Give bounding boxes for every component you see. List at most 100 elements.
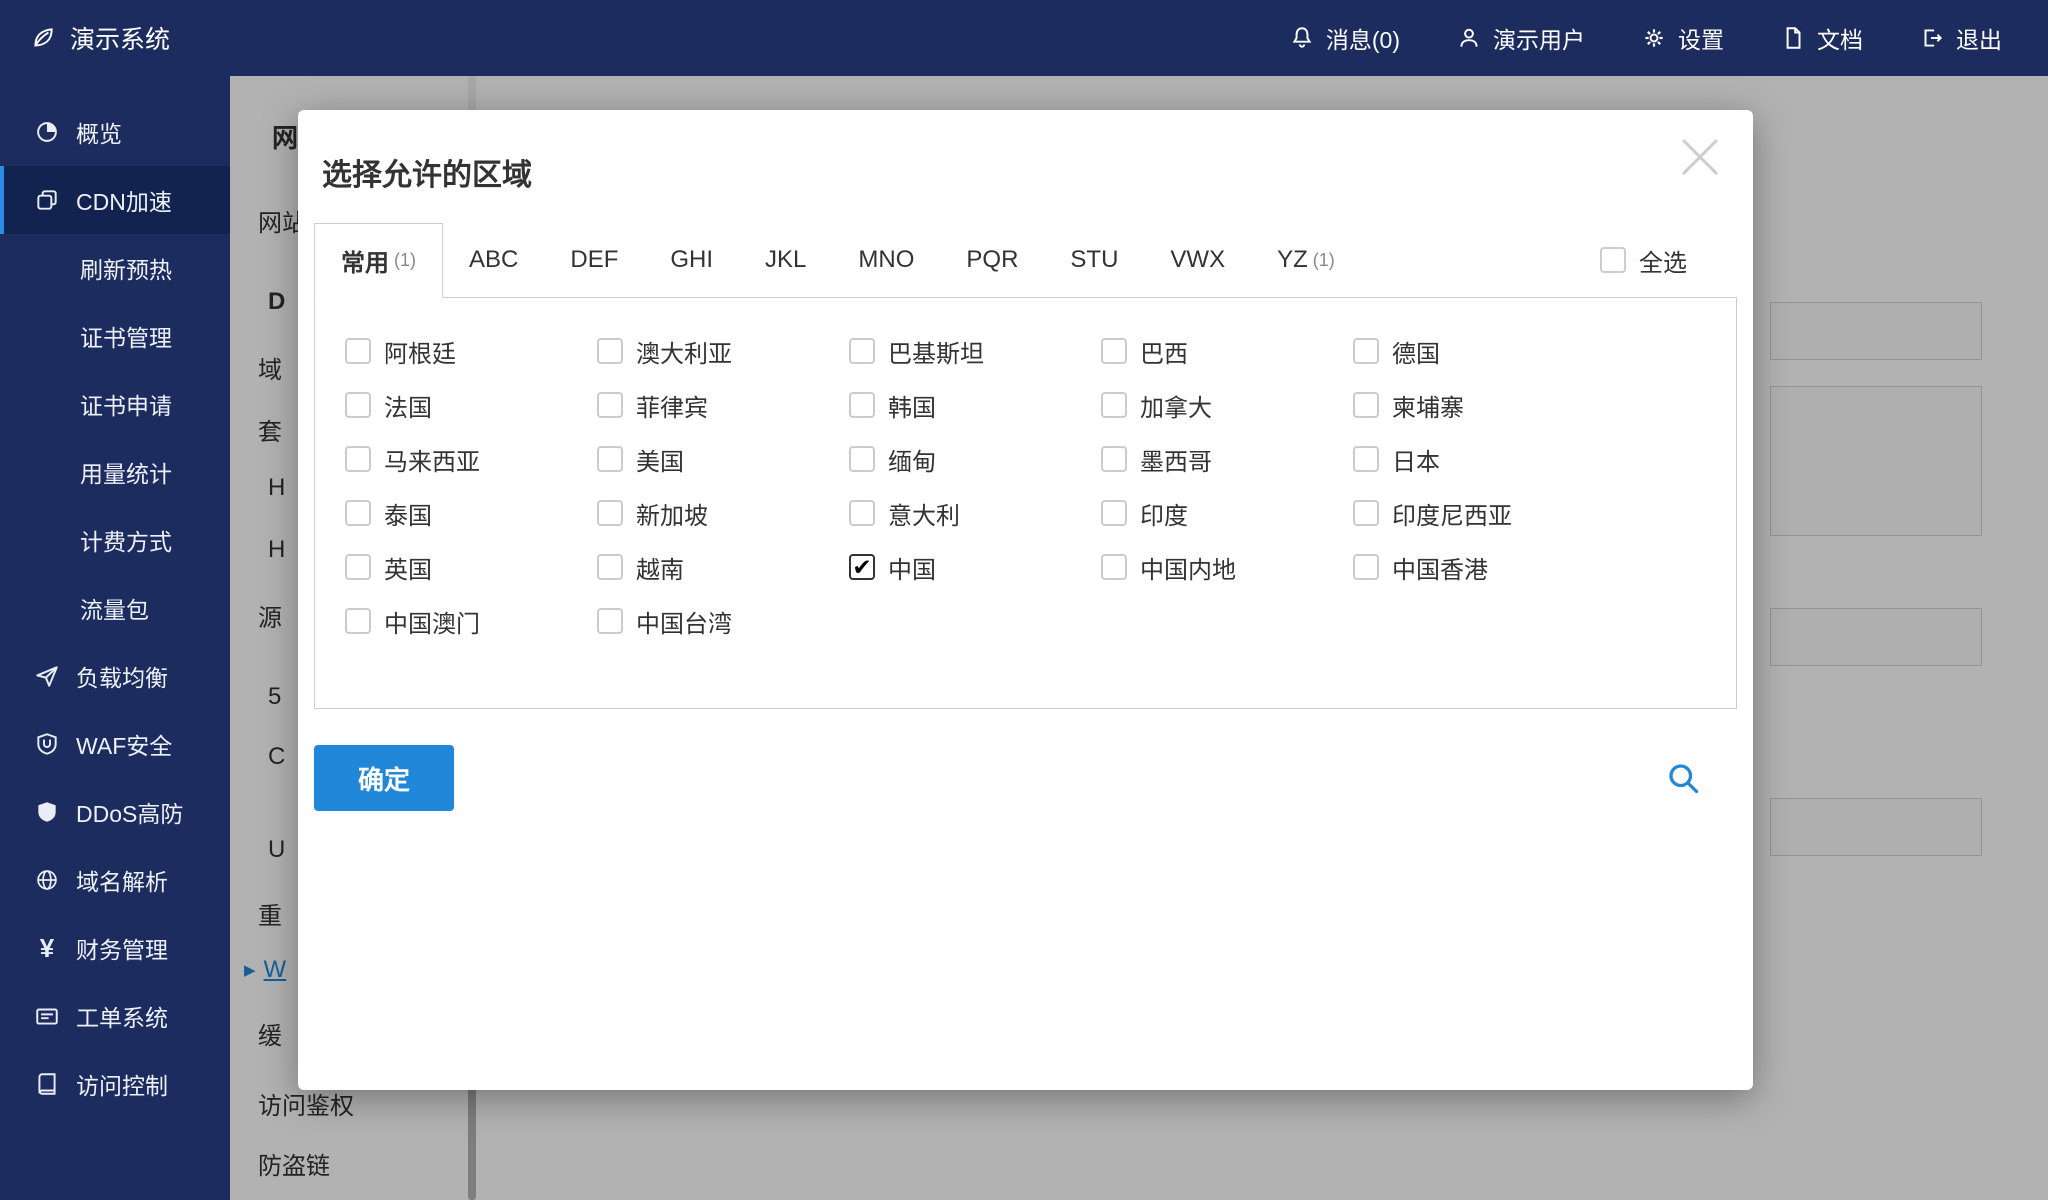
checkbox-unchecked[interactable] (849, 338, 875, 364)
region-checkbox-item[interactable]: 菲律宾 (597, 388, 849, 423)
region-checkbox-item[interactable]: 韩国 (849, 388, 1101, 423)
checkbox-unchecked[interactable] (597, 338, 623, 364)
sidebar-item-access-control[interactable]: 访问控制 (0, 1050, 230, 1118)
sidebar-item-overview[interactable]: 概览 (0, 98, 230, 166)
sidebar-item-ddos[interactable]: DDoS高防 (0, 778, 230, 846)
yen-icon: ¥ (39, 932, 55, 963)
sidebar-item-usage-stats[interactable]: 用量统计 (0, 438, 230, 506)
region-checkbox-item[interactable]: 印度 (1101, 496, 1353, 531)
checkbox-unchecked[interactable] (345, 554, 371, 580)
checkbox-unchecked[interactable] (1353, 392, 1379, 418)
checkbox-unchecked[interactable] (345, 608, 371, 634)
region-checkbox-item[interactable]: 马来西亚 (345, 442, 597, 477)
sidebar-item-cert-manage[interactable]: 证书管理 (0, 302, 230, 370)
close-icon[interactable] (1677, 134, 1723, 180)
region-label: 菲律宾 (636, 394, 708, 422)
region-checkbox-item[interactable]: 中国内地 (1101, 550, 1353, 585)
cdn-icon (34, 187, 60, 213)
region-label: 中国 (888, 556, 936, 584)
region-checkbox-item[interactable]: 阿根廷 (345, 334, 597, 369)
confirm-button[interactable]: 确定 (314, 745, 454, 811)
messages-button[interactable]: 消息(0) (1289, 21, 1400, 55)
checkbox-unchecked[interactable] (1101, 392, 1127, 418)
logout-label: 退出 (1956, 27, 2002, 53)
topbar: 演示系统 消息(0) 演示用户 设置 文档 退出 (0, 0, 2048, 76)
checkbox-unchecked[interactable] (597, 392, 623, 418)
settings-button[interactable]: 设置 (1641, 21, 1724, 55)
region-checkbox-item[interactable]: 巴西 (1101, 334, 1353, 369)
select-all-checkbox[interactable] (1600, 247, 1626, 273)
tab-STU[interactable]: STU (1044, 223, 1144, 297)
user-menu-button[interactable]: 演示用户 (1456, 21, 1585, 55)
checkbox-unchecked[interactable] (597, 446, 623, 472)
region-checkbox-item[interactable]: 法国 (345, 388, 597, 423)
sidebar-item-cdn[interactable]: CDN加速 (0, 166, 230, 234)
checkbox-unchecked[interactable] (1101, 554, 1127, 580)
tab-GHI[interactable]: GHI (644, 223, 739, 297)
region-checkbox-item[interactable]: 墨西哥 (1101, 442, 1353, 477)
checkbox-unchecked[interactable] (345, 500, 371, 526)
tab-JKL[interactable]: JKL (739, 223, 832, 297)
region-checkbox-item[interactable]: 印度尼西亚 (1353, 496, 1605, 531)
tab-YZ[interactable]: YZ (1) (1251, 223, 1361, 297)
region-checkbox-item[interactable]: 英国 (345, 550, 597, 585)
checkbox-unchecked[interactable] (1101, 446, 1127, 472)
region-checkbox-item[interactable]: 中国澳门 (345, 604, 597, 639)
sidebar-item-billing[interactable]: 计费方式 (0, 506, 230, 574)
region-checkbox-item[interactable]: 意大利 (849, 496, 1101, 531)
checkbox-unchecked[interactable] (597, 608, 623, 634)
sidebar-item-refresh-preheat[interactable]: 刷新预热 (0, 234, 230, 302)
tab-PQR[interactable]: PQR (940, 223, 1044, 297)
region-checkbox-item[interactable]: 美国 (597, 442, 849, 477)
checkbox-unchecked[interactable] (1101, 338, 1127, 364)
checkbox-unchecked[interactable] (849, 392, 875, 418)
sidebar-item-traffic-pack[interactable]: 流量包 (0, 574, 230, 642)
region-checkbox-item[interactable]: 加拿大 (1101, 388, 1353, 423)
region-checkbox-item[interactable]: 巴基斯坦 (849, 334, 1101, 369)
checkbox-unchecked[interactable] (597, 554, 623, 580)
region-checkbox-item[interactable]: 柬埔寨 (1353, 388, 1605, 423)
region-checkbox-item[interactable]: 中国台湾 (597, 604, 849, 639)
region-checkbox-item[interactable]: 新加坡 (597, 496, 849, 531)
docs-button[interactable]: 文档 (1780, 21, 1863, 55)
sidebar-item-dns[interactable]: 域名解析 (0, 846, 230, 914)
globe-icon (34, 867, 60, 893)
tab-常用[interactable]: 常用 (1) (314, 223, 443, 298)
search-icon[interactable] (1665, 760, 1701, 796)
checkbox-checked[interactable]: ✔ (849, 554, 875, 580)
sidebar-item-waf[interactable]: WAF安全 (0, 710, 230, 778)
region-checkbox-item[interactable]: 越南 (597, 550, 849, 585)
tab-DEF[interactable]: DEF (544, 223, 644, 297)
checkbox-unchecked[interactable] (1353, 500, 1379, 526)
select-all-toggle[interactable]: 全选 (1600, 223, 1687, 297)
checkbox-unchecked[interactable] (849, 500, 875, 526)
tab-MNO[interactable]: MNO (832, 223, 940, 297)
region-checkbox-item[interactable]: 日本 (1353, 442, 1605, 477)
sidebar-item-finance[interactable]: ¥ 财务管理 (0, 914, 230, 982)
checkbox-unchecked[interactable] (597, 500, 623, 526)
region-checkbox-item[interactable]: 中国香港 (1353, 550, 1605, 585)
sidebar-item-tickets[interactable]: 工单系统 (0, 982, 230, 1050)
region-checkbox-item[interactable]: 缅甸 (849, 442, 1101, 477)
logout-button[interactable]: 退出 (1919, 21, 2002, 55)
sidebar-item-cert-apply[interactable]: 证书申请 (0, 370, 230, 438)
sidebar-item-label: 计费方式 (80, 529, 172, 555)
checkbox-unchecked[interactable] (849, 446, 875, 472)
sidebar-item-loadbalance[interactable]: 负载均衡 (0, 642, 230, 710)
region-checkbox-item[interactable]: 泰国 (345, 496, 597, 531)
region-checkbox-item[interactable]: 德国 (1353, 334, 1605, 369)
checkbox-unchecked[interactable] (345, 446, 371, 472)
checkbox-unchecked[interactable] (1353, 554, 1379, 580)
tab-VWX[interactable]: VWX (1144, 223, 1251, 297)
checkbox-unchecked[interactable] (1353, 338, 1379, 364)
region-checkbox-item[interactable]: 澳大利亚 (597, 334, 849, 369)
checkbox-unchecked[interactable] (1353, 446, 1379, 472)
loadbalance-icon (34, 663, 60, 689)
tab-ABC[interactable]: ABC (443, 223, 544, 297)
checkbox-unchecked[interactable] (345, 392, 371, 418)
sidebar-item-label: 访问控制 (76, 1073, 168, 1099)
region-label: 越南 (636, 556, 684, 584)
region-checkbox-item[interactable]: ✔ 中国 (849, 550, 1101, 585)
checkbox-unchecked[interactable] (1101, 500, 1127, 526)
checkbox-unchecked[interactable] (345, 338, 371, 364)
